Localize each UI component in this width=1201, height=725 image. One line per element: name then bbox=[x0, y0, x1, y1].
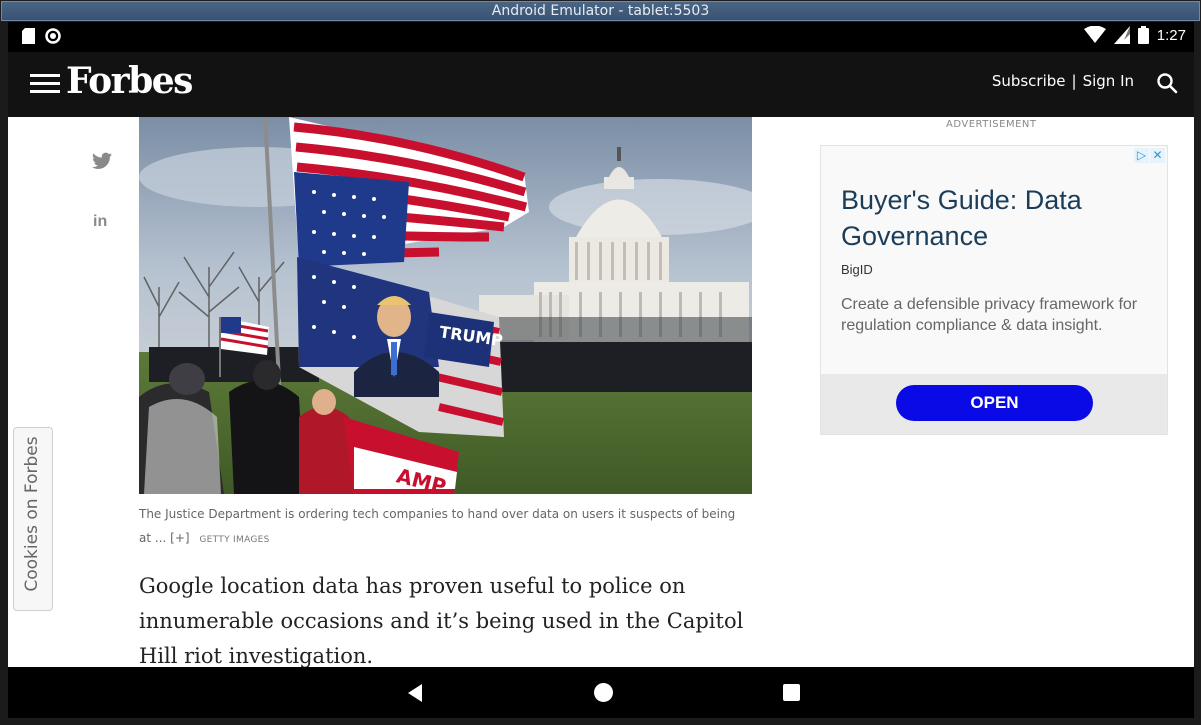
hamburger-menu-icon[interactable] bbox=[30, 74, 60, 94]
caption-expand-toggle[interactable]: [+] bbox=[170, 531, 189, 545]
window-title: Android Emulator - tablet:5503 bbox=[1, 1, 1200, 21]
search-icon[interactable] bbox=[1156, 72, 1178, 94]
image-caption: The Justice Department is ordering tech … bbox=[139, 502, 739, 552]
emulator-titlebar: Android Emulator - tablet:5503 bbox=[0, 0, 1201, 22]
back-icon[interactable] bbox=[406, 683, 424, 703]
ad-title[interactable]: Buyer's Guide: Data Governance bbox=[841, 182, 1161, 254]
article-page: in Cookies on Forbes TRUMP AMP The Justi… bbox=[8, 117, 1194, 667]
ad-description: Create a defensible privacy framework fo… bbox=[841, 296, 1138, 334]
forbes-header: Forbes Subscribe | Sign In bbox=[8, 52, 1194, 117]
battery-icon bbox=[1137, 26, 1149, 44]
header-account-links: Subscribe | Sign In bbox=[992, 72, 1134, 90]
twitter-share-icon[interactable] bbox=[92, 151, 112, 171]
linkedin-share-icon[interactable]: in bbox=[93, 213, 107, 231]
android-nav-bar bbox=[8, 667, 1194, 718]
ad-footer: OPEN bbox=[821, 374, 1167, 434]
image-credit: GETTY IMAGES bbox=[199, 535, 270, 545]
ad-choices: ▷ ✕ bbox=[1134, 148, 1165, 163]
forbes-logo[interactable]: Forbes bbox=[66, 60, 193, 102]
close-ad-icon[interactable]: ✕ bbox=[1150, 148, 1165, 163]
ad-open-button[interactable]: OPEN bbox=[896, 385, 1093, 421]
wifi-icon bbox=[1083, 26, 1106, 43]
record-circle-icon bbox=[45, 28, 61, 44]
emulator-frame-right bbox=[1194, 22, 1201, 725]
ad-brand: BigID bbox=[841, 262, 873, 277]
advertisement-card[interactable]: ▷ ✕ Buyer's Guide: Data Governance BigID… bbox=[820, 145, 1168, 435]
cookies-tab-label: Cookies on Forbes bbox=[22, 436, 42, 592]
sd-card-icon bbox=[22, 28, 35, 44]
cell-signal-icon bbox=[1113, 26, 1130, 44]
adchoices-icon[interactable]: ▷ bbox=[1134, 148, 1149, 163]
cookies-on-forbes-tab[interactable]: Cookies on Forbes bbox=[13, 427, 53, 611]
emulator-frame-left bbox=[0, 22, 8, 725]
home-icon[interactable] bbox=[594, 683, 613, 702]
emulator-frame-bottom bbox=[0, 718, 1201, 725]
article-hero-image[interactable]: TRUMP AMP bbox=[139, 117, 752, 494]
status-time: 1:27 bbox=[1156, 26, 1186, 44]
advertisement-label: ADVERTISEMENT bbox=[946, 119, 1037, 130]
recents-icon[interactable] bbox=[783, 684, 800, 701]
android-status-bar: 1:27 bbox=[8, 22, 1194, 52]
sign-in-link[interactable]: Sign In bbox=[1083, 72, 1134, 90]
article-paragraph: Google location data has proven useful t… bbox=[139, 574, 744, 667]
header-separator: | bbox=[1071, 72, 1077, 90]
subscribe-link[interactable]: Subscribe bbox=[992, 72, 1066, 90]
